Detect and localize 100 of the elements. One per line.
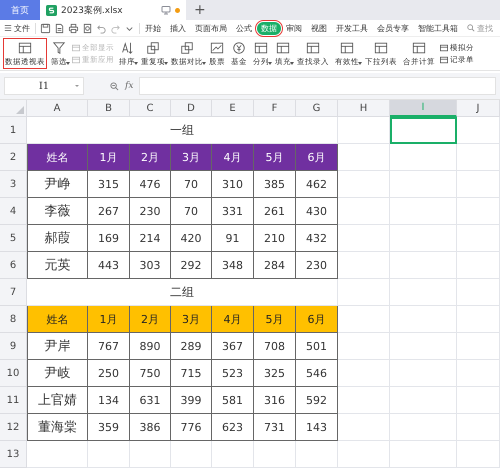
column-header[interactable]: B [88,100,130,117]
empty-cell[interactable] [254,441,296,468]
empty-cell[interactable] [171,441,212,468]
column-header[interactable]: C [130,100,171,117]
row-header[interactable]: 3 [0,171,27,198]
empty-cell[interactable] [457,414,500,441]
row-header[interactable]: 13 [0,441,27,468]
table-cell: 331 [212,198,254,225]
table-cell: 尹岸 [27,333,88,360]
empty-cell[interactable] [457,360,500,387]
file-menu[interactable]: 文件 [0,22,34,34]
empty-cell[interactable] [338,198,390,225]
empty-cell[interactable] [457,279,500,306]
row-header[interactable]: 8 [0,306,27,333]
column-header[interactable]: D [171,100,212,117]
empty-cell[interactable] [390,279,457,306]
empty-cell[interactable] [390,252,457,279]
document-tab[interactable]: 2023案例.xlsx [40,0,186,20]
empty-cell[interactable] [457,198,500,225]
empty-cell[interactable] [457,441,500,468]
ribbon-tab[interactable]: 视图 [307,22,331,34]
empty-cell[interactable] [338,171,390,198]
row-header[interactable]: 4 [0,198,27,225]
column-header[interactable]: H [338,100,390,117]
name-box[interactable]: I1 [4,77,84,95]
empty-cell[interactable] [130,441,171,468]
empty-cell[interactable] [338,387,390,414]
table-header-cell: 姓名 [27,306,88,333]
column-header[interactable]: E [212,100,254,117]
empty-cell[interactable] [390,225,457,252]
ribbon-tab[interactable]: 开始 [141,22,165,34]
document-icon[interactable] [54,22,65,34]
empty-cell[interactable] [390,414,457,441]
row-header[interactable]: 5 [0,225,27,252]
formula-input[interactable] [139,77,496,95]
ribbon-tab[interactable]: 审阅 [282,22,306,34]
table-cell: 261 [254,198,296,225]
empty-cell[interactable] [338,225,390,252]
ribbon-tab[interactable]: 会员专享 [373,22,413,34]
empty-cell[interactable] [390,333,457,360]
empty-cell[interactable] [338,441,390,468]
zoom-icon[interactable] [110,82,119,90]
empty-cell[interactable] [457,387,500,414]
select-all-icon[interactable] [16,106,24,114]
column-header[interactable]: G [296,100,338,117]
row-header[interactable]: 1 [0,117,27,144]
table-cell: 623 [212,414,254,441]
row-header[interactable]: 2 [0,144,27,171]
row-header[interactable]: 12 [0,414,27,441]
row-header[interactable]: 11 [0,387,27,414]
empty-cell[interactable] [390,360,457,387]
ribbon-tab[interactable]: 智能工具箱 [414,22,462,34]
table-cell: 210 [254,225,296,252]
monitor-icon[interactable] [161,5,171,15]
empty-cell[interactable] [457,252,500,279]
active-cell[interactable] [390,117,457,144]
empty-cell[interactable] [457,333,500,360]
column-header[interactable]: J [457,100,500,117]
empty-cell[interactable] [390,441,457,468]
empty-cell[interactable] [457,171,500,198]
table-cell: 230 [296,252,338,279]
function-label[interactable]: fx [125,81,134,91]
empty-cell[interactable] [338,279,390,306]
row-header[interactable]: 9 [0,333,27,360]
ribbon-tab[interactable]: 插入 [166,22,190,34]
row-header[interactable]: 10 [0,360,27,387]
ribbon-tab[interactable]: 公式 [232,22,256,34]
preview-icon[interactable] [82,22,93,34]
empty-cell[interactable] [338,333,390,360]
empty-cell[interactable] [390,387,457,414]
ribbon-tab[interactable]: 页面布局 [191,22,231,34]
ribbon-tab[interactable]: 开发工具 [332,22,372,34]
empty-cell[interactable] [212,441,254,468]
empty-cell[interactable] [457,117,500,144]
empty-cell[interactable] [296,441,338,468]
empty-cell[interactable] [390,306,457,333]
empty-cell[interactable] [390,198,457,225]
print-icon[interactable] [68,22,79,34]
empty-cell[interactable] [457,144,500,171]
squares-icon [146,40,160,54]
empty-cell[interactable] [338,252,390,279]
row-header[interactable]: 6 [0,252,27,279]
new-tab-button[interactable]: + [186,0,214,20]
document-tab[interactable]: 首页 [0,0,40,20]
undo-icon[interactable] [96,22,107,34]
empty-cell[interactable] [457,306,500,333]
column-header[interactable]: F [254,100,296,117]
empty-cell[interactable] [390,144,457,171]
empty-cell[interactable] [338,360,390,387]
save-icon[interactable] [40,22,51,34]
table-icon [440,56,448,64]
caret-icon [75,85,79,87]
empty-cell[interactable] [338,414,390,441]
table-header-cell: 2月 [130,144,171,171]
empty-cell[interactable] [457,225,500,252]
column-header[interactable]: A [27,100,88,117]
row-header[interactable]: 7 [0,279,27,306]
empty-cell[interactable] [88,441,130,468]
empty-cell[interactable] [338,117,390,144]
empty-cell[interactable] [390,171,457,198]
